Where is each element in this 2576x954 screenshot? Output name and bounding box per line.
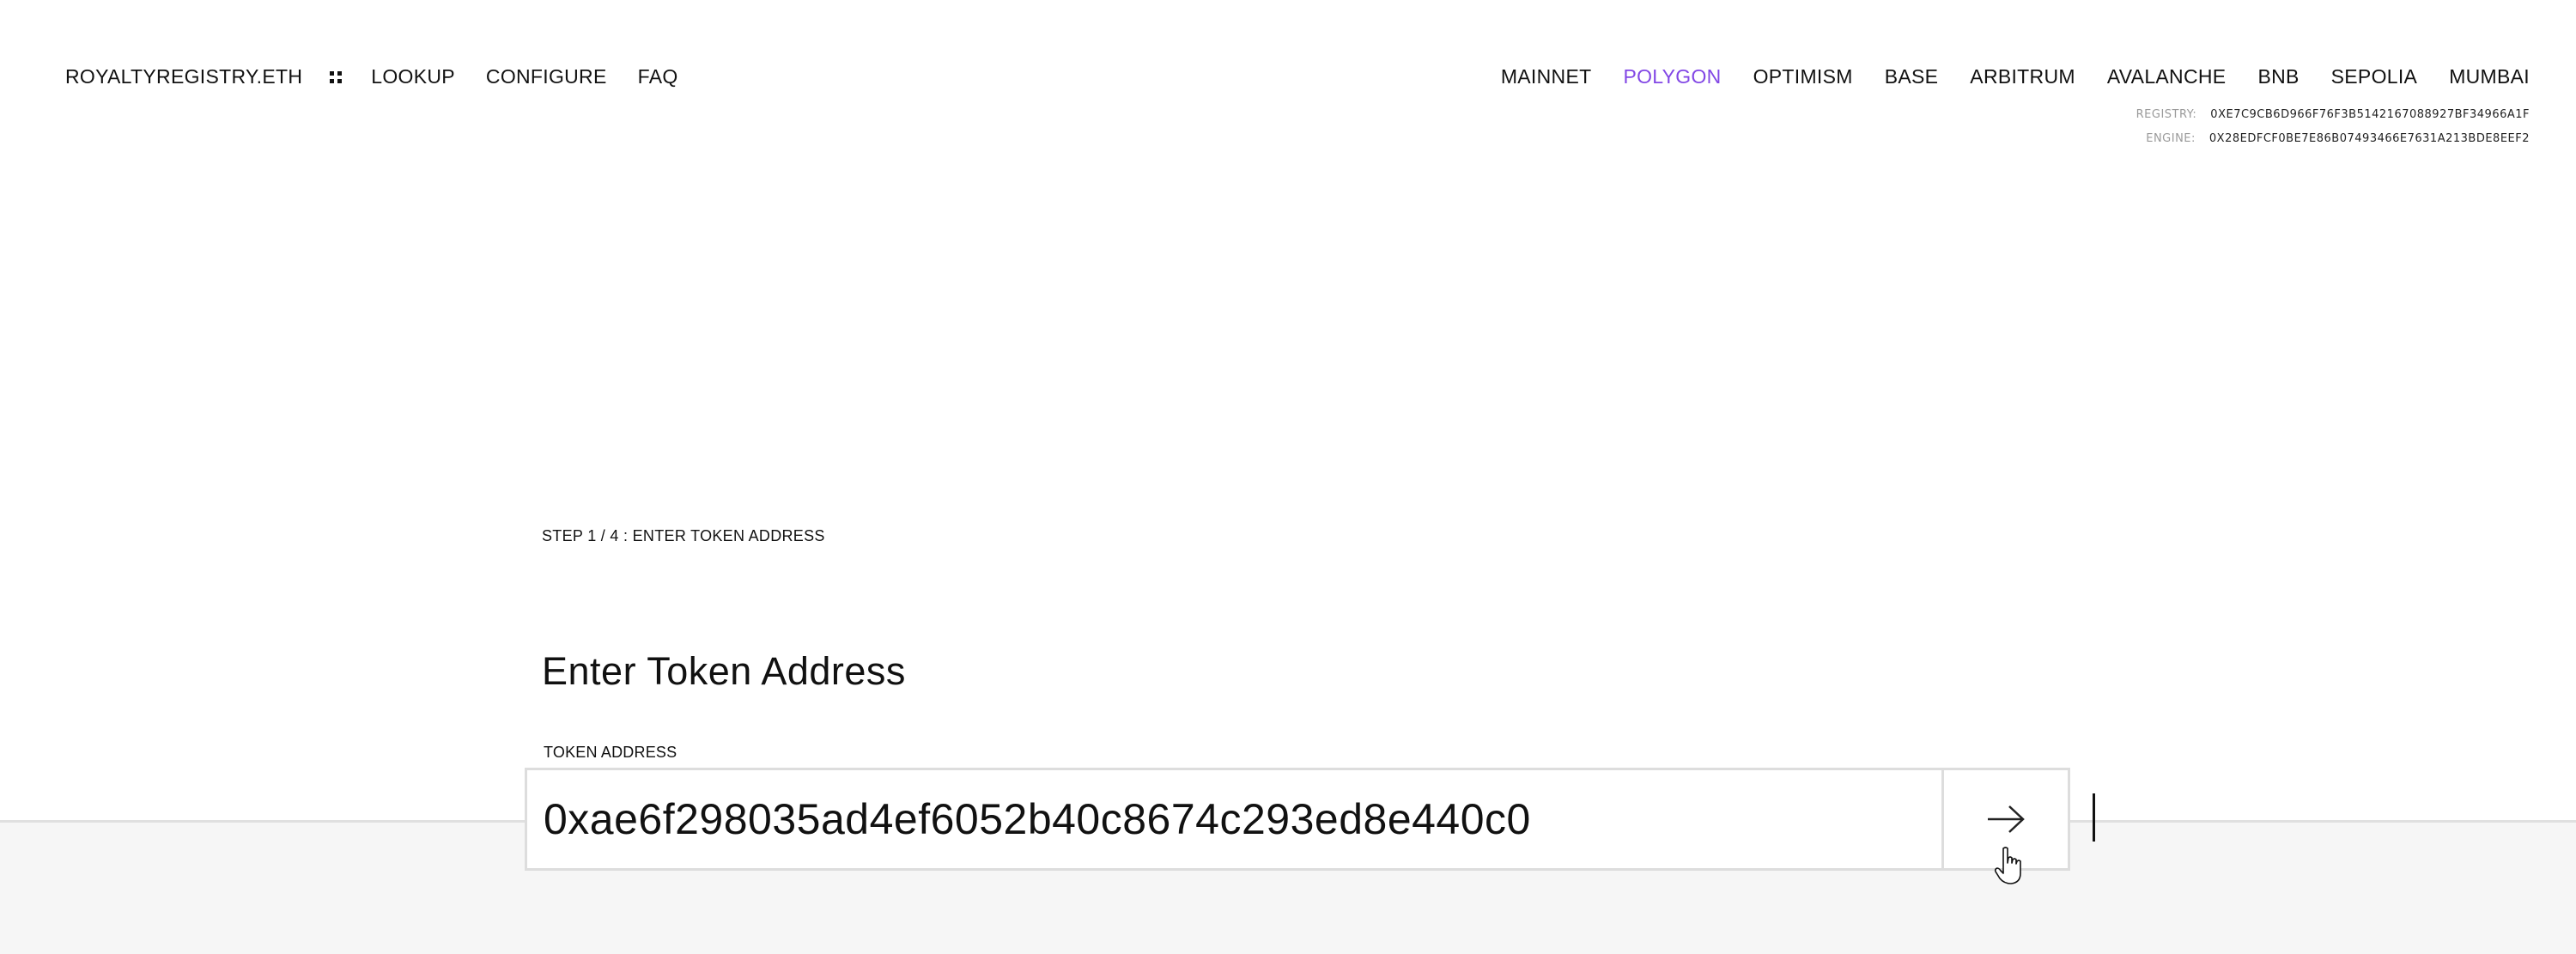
token-address-input[interactable] bbox=[527, 770, 1941, 868]
network-mumbai[interactable]: MUMBAI bbox=[2449, 65, 2530, 88]
site-nav: ROYALTYREGISTRY.ETH LOOKUP CONFIGURE FAQ bbox=[65, 65, 709, 88]
network-arbitrum[interactable]: ARBITRUM bbox=[1970, 65, 2075, 88]
nav-link-lookup[interactable]: LOOKUP bbox=[371, 65, 455, 88]
network-optimism[interactable]: OPTIMISM bbox=[1753, 65, 1853, 88]
engine-label: ENGINE: bbox=[2146, 132, 2196, 145]
page-title: Enter Token Address bbox=[542, 649, 906, 693]
registry-label: REGISTRY: bbox=[2136, 108, 2197, 121]
network-bnb[interactable]: BNB bbox=[2257, 65, 2299, 88]
engine-row: ENGINE: 0X28EDFCF0BE7E86B07493466E7631A2… bbox=[2136, 127, 2530, 151]
network-polygon[interactable]: POLYGON bbox=[1623, 65, 1721, 88]
contract-addresses: REGISTRY: 0XE7C9CB6D966F76F3B51421670889… bbox=[2136, 103, 2530, 151]
nav-link-configure[interactable]: CONFIGURE bbox=[486, 65, 607, 88]
nav-link-faq[interactable]: FAQ bbox=[638, 65, 678, 88]
page: ROYALTYREGISTRY.ETH LOOKUP CONFIGURE FAQ… bbox=[0, 0, 2576, 954]
registry-row: REGISTRY: 0XE7C9CB6D966F76F3B51421670889… bbox=[2136, 103, 2530, 127]
network-base[interactable]: BASE bbox=[1885, 65, 1939, 88]
network-avalanche[interactable]: AVALANCHE bbox=[2107, 65, 2227, 88]
network-sepolia[interactable]: SEPOLIA bbox=[2331, 65, 2418, 88]
hand-pointer-icon bbox=[1994, 847, 2021, 884]
arrow-right-icon bbox=[1988, 805, 2025, 833]
token-address-form bbox=[525, 768, 2095, 871]
text-caret bbox=[2093, 793, 2095, 842]
registry-address: 0XE7C9CB6D966F76F3B5142167088927BF34966A… bbox=[2210, 108, 2530, 121]
brand-link[interactable]: ROYALTYREGISTRY.ETH bbox=[65, 65, 302, 88]
step-indicator: STEP 1 / 4 : ENTER TOKEN ADDRESS bbox=[542, 527, 825, 544]
network-selector: MAINNET POLYGON OPTIMISM BASE ARBITRUM A… bbox=[1469, 65, 2530, 88]
network-mainnet[interactable]: MAINNET bbox=[1501, 65, 1592, 88]
token-address-label: TOKEN ADDRESS bbox=[544, 744, 677, 761]
engine-address: 0X28EDFCF0BE7E86B07493466E7631A213BDE8EE… bbox=[2208, 132, 2530, 145]
grid-dots-icon[interactable] bbox=[330, 70, 343, 83]
